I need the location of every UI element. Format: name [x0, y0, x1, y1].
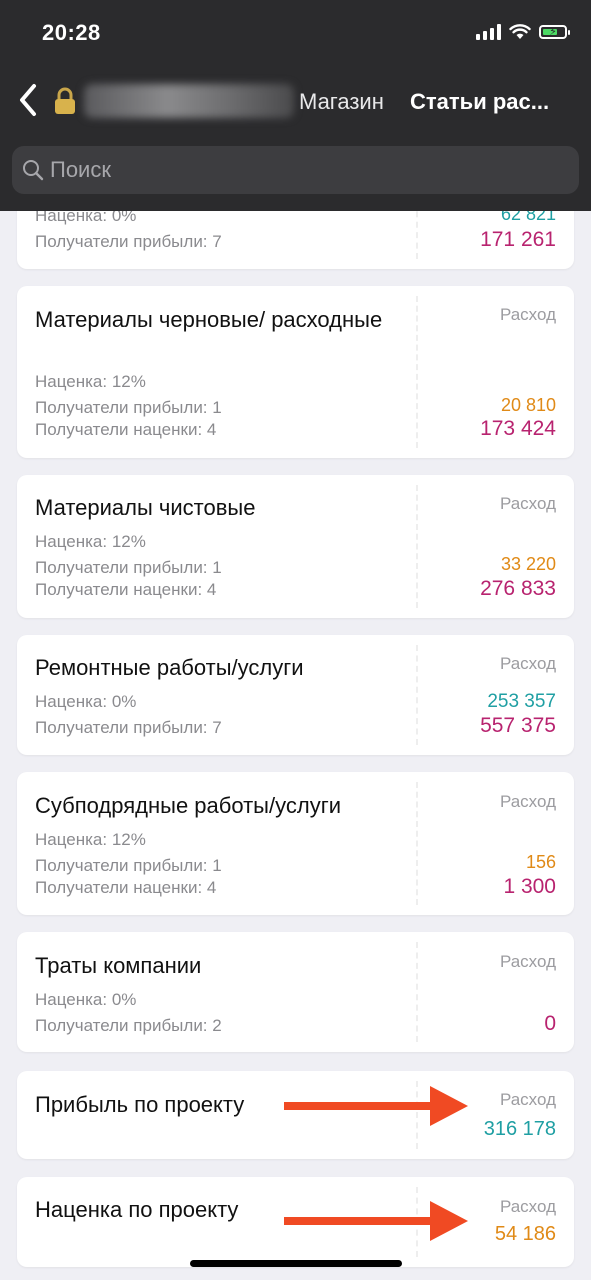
total-value: 276 833	[480, 577, 556, 600]
navigation-bar: Магазин Статьи рас...	[0, 72, 591, 130]
expense-item-title: Траты компании	[35, 953, 202, 978]
lock-icon	[55, 87, 75, 114]
status-time: 20:28	[42, 20, 101, 45]
expense-item-card[interactable]: Ремонтные работы/услуги Расход Наценка: …	[17, 635, 574, 755]
expense-item-title: Ремонтные работы/услуги	[35, 655, 304, 680]
expense-type-label: Расход	[499, 952, 556, 971]
expense-type-label: Расход	[499, 305, 556, 324]
expense-item-title: Субподрядные работы/услуги	[35, 793, 342, 818]
card-divider	[416, 296, 418, 448]
card-divider	[416, 485, 418, 608]
search-bar[interactable]	[12, 146, 579, 194]
profit-recipients-label: Получатели прибыли: 7	[35, 232, 222, 251]
annotation-arrow-icon	[284, 1086, 468, 1126]
expense-type-label: Расход	[499, 1197, 556, 1216]
search-icon	[23, 160, 44, 181]
total-value: 1 300	[503, 875, 556, 898]
search-input[interactable]	[50, 146, 550, 194]
profit-recipients-label: Получатели прибыли: 2	[35, 1016, 222, 1035]
markup-label: Наценка: 0%	[35, 990, 137, 1009]
expense-type-label: Расход	[499, 494, 556, 513]
markup-value: 156	[525, 852, 556, 872]
card-divider	[416, 782, 418, 905]
total-value: 173 424	[480, 417, 556, 440]
status-icons: ⚡	[476, 24, 570, 40]
wifi-icon	[509, 24, 531, 39]
profit-value: 253 357	[487, 691, 556, 712]
expense-item-title: Материалы чистовые	[35, 495, 256, 520]
status-bar: 20:28 ⚡	[0, 0, 591, 70]
profit-value: 316 178	[483, 1118, 556, 1140]
card-divider	[416, 645, 418, 745]
expense-type-label: Расход	[499, 792, 556, 811]
markup-recipients-label: Получатели наценки: 4	[35, 580, 217, 599]
expense-item-card[interactable]: Траты компании Расход Наценка: 0% Получа…	[17, 932, 574, 1052]
app-header: 20:28 ⚡ Магазин Статьи рас...	[0, 0, 591, 211]
home-indicator[interactable]	[190, 1260, 402, 1267]
markup-label: Наценка: 12%	[35, 830, 146, 849]
total-value: 0	[544, 1012, 556, 1035]
markup-value: 33 220	[500, 554, 556, 574]
total-value: 171 261	[480, 228, 556, 251]
expense-type-label: Расход	[499, 1090, 556, 1109]
profit-recipients-label: Получатели прибыли: 1	[35, 558, 222, 577]
expense-item-card[interactable]: Материалы черновые/ расходные Расход Нац…	[17, 286, 574, 458]
blurred-project-name[interactable]	[84, 84, 294, 118]
annotation-arrow-icon	[284, 1201, 468, 1241]
back-chevron-icon[interactable]	[14, 82, 44, 118]
battery-charging-icon: ⚡	[539, 25, 570, 39]
expense-item-card[interactable]: Субподрядные работы/услуги Расход Наценк…	[17, 772, 574, 915]
profit-recipients-label: Получатели прибыли: 7	[35, 718, 222, 737]
page-title: Статьи рас...	[410, 89, 550, 114]
expense-type-label: Расход	[499, 654, 556, 673]
cellular-signal-icon	[476, 24, 501, 40]
markup-value: 54 186	[494, 1223, 556, 1245]
markup-label: Наценка: 12%	[35, 372, 146, 391]
expense-item-title: Материалы черновые/ расходные	[35, 307, 383, 332]
markup-label: Наценка: 0%	[35, 692, 137, 711]
markup-recipients-label: Получатели наценки: 4	[35, 878, 217, 897]
expense-item-card[interactable]: Материалы чистовые Расход Наценка: 12% П…	[17, 475, 574, 618]
profit-recipients-label: Получатели прибыли: 1	[35, 398, 222, 417]
markup-recipients-label: Получатели наценки: 4	[35, 420, 217, 439]
markup-label: Наценка: 12%	[35, 532, 146, 551]
profit-recipients-label: Получатели прибыли: 1	[35, 856, 222, 875]
breadcrumb-store[interactable]: Магазин	[299, 89, 384, 115]
markup-value: 20 810	[500, 395, 556, 415]
card-divider	[416, 942, 418, 1042]
total-value: 557 375	[480, 714, 556, 737]
